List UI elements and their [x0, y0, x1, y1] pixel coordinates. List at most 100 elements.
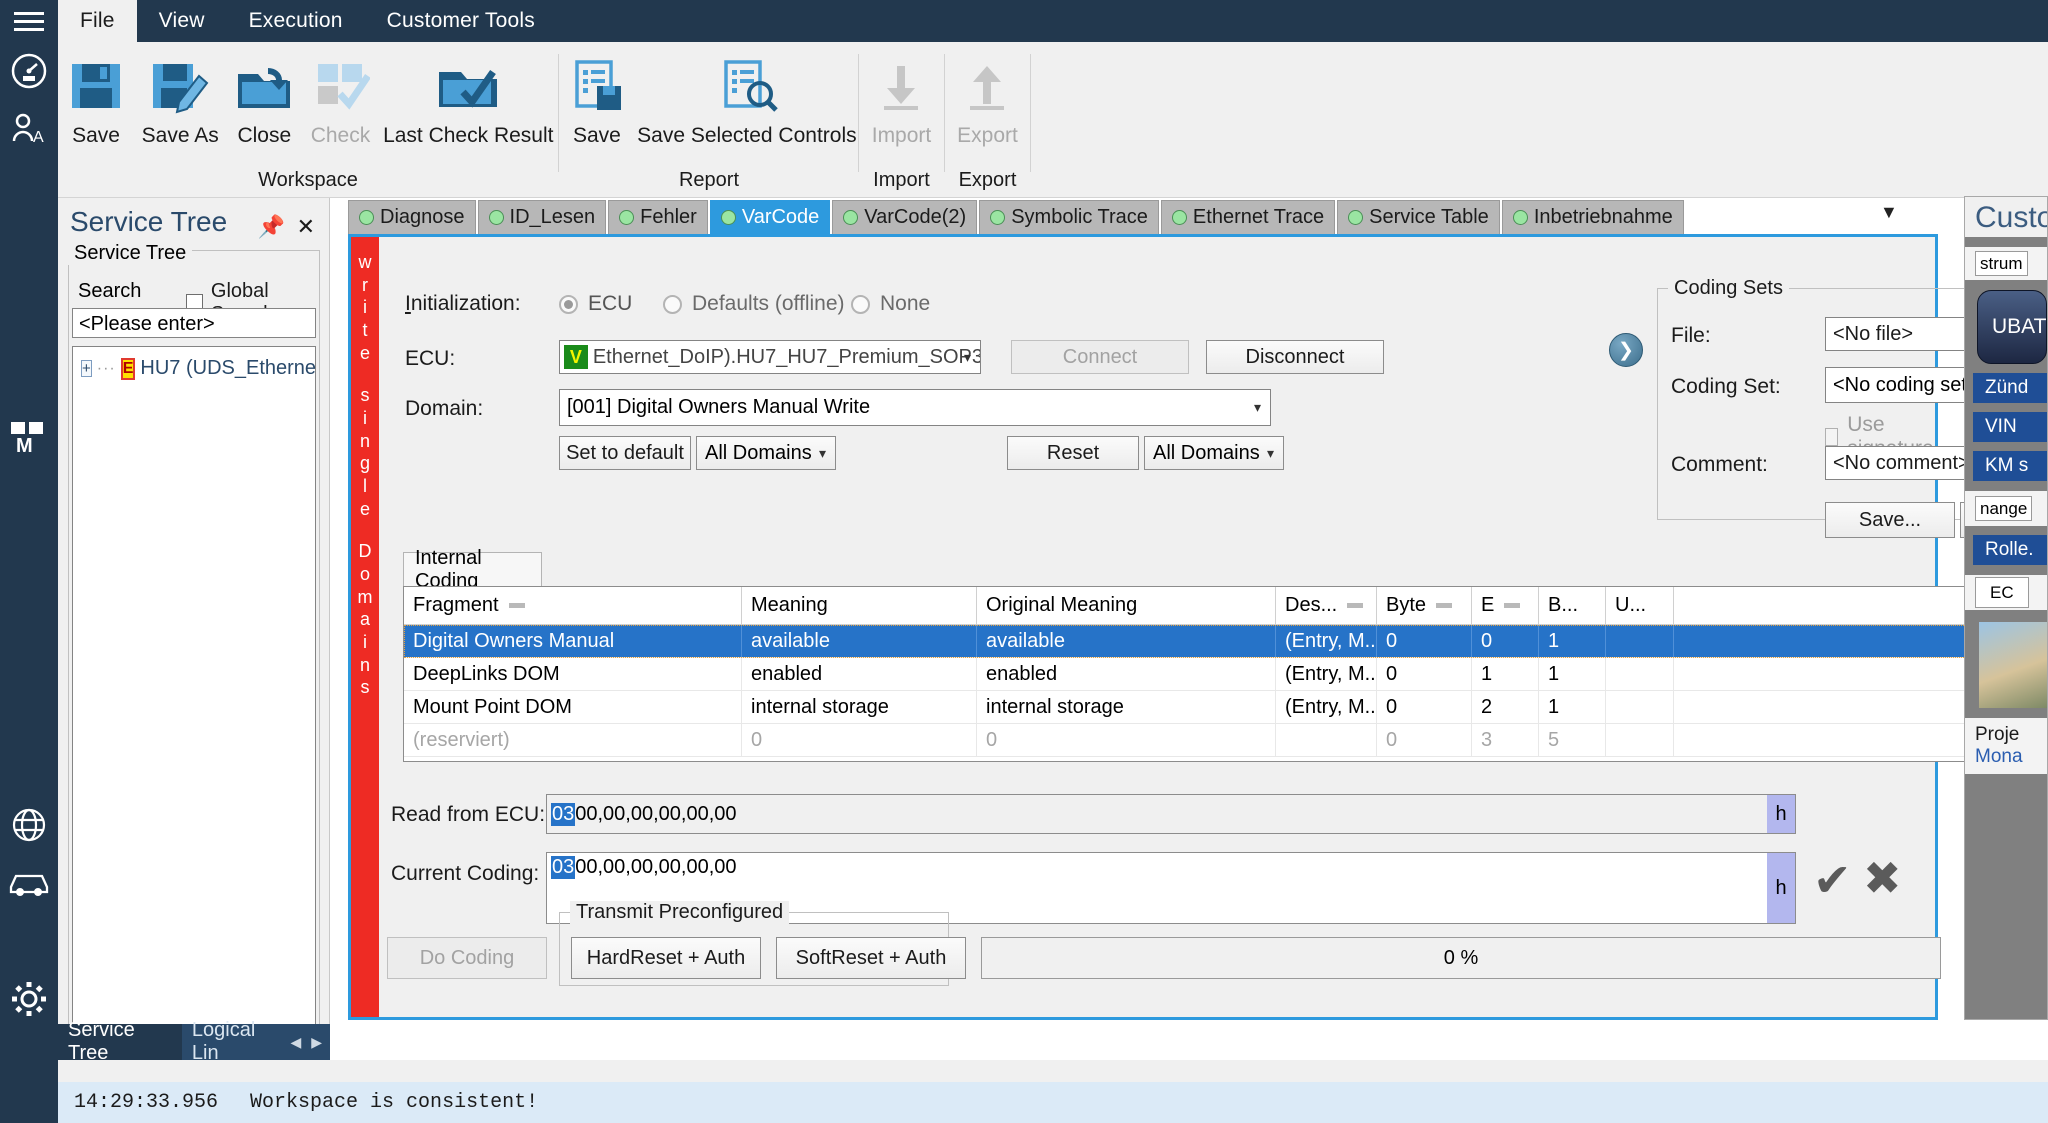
ribbon-check-button[interactable]: Check	[302, 42, 378, 148]
ribbon-save-selected-controls-button[interactable]: Save Selected Controls	[635, 42, 859, 148]
grid-col-meaning[interactable]: Meaning	[742, 587, 977, 624]
coding-sets-save-button[interactable]: Save...	[1825, 502, 1955, 538]
gauge-icon[interactable]	[0, 42, 58, 100]
service-tree-list[interactable]: + ··· E HU7 (UDS_Ethernet_	[72, 346, 316, 1116]
instrument-input[interactable]: strum	[1975, 251, 2028, 276]
tree-expander-icon[interactable]: +	[81, 360, 92, 377]
gear-icon[interactable]	[0, 970, 58, 1028]
radio-defaults[interactable]	[663, 294, 682, 314]
cell-original-meaning: internal storage	[977, 691, 1276, 723]
tab-overflow-chevron-down-icon[interactable]: ▼	[1880, 202, 1898, 223]
ribbon-save-workspace-button[interactable]: Save	[58, 42, 134, 148]
ribbon-separator-4	[1030, 54, 1031, 172]
status-dot-icon	[1171, 210, 1187, 225]
menu-item-execution[interactable]: Execution	[227, 0, 365, 42]
internal-coding-tab[interactable]: Internal Coding	[403, 547, 542, 592]
ecu-action-button[interactable]: EC	[1975, 577, 2029, 608]
table-row[interactable]: Digital Owners Manual available availabl…	[404, 625, 2048, 658]
set-to-default-scope-combobox[interactable]: All Domains ▾	[696, 436, 836, 470]
menu-item-file[interactable]: File	[58, 0, 137, 42]
tab-diagnose[interactable]: Diagnose	[348, 200, 476, 234]
pin-icon[interactable]: 📌	[258, 214, 285, 240]
table-row[interactable]: DeepLinks DOM enabled enabled (Entry, M.…	[404, 658, 2048, 691]
rollen-row[interactable]: Rolle.	[1973, 535, 2047, 565]
init-option-ecu[interactable]: ECU	[559, 292, 632, 316]
chevron-right-circle-icon[interactable]: ❯	[1609, 333, 1643, 367]
ribbon-import-button[interactable]: Import	[862, 42, 942, 148]
grid-col-b[interactable]: B...	[1539, 587, 1606, 624]
chevron-down-icon[interactable]: ▾	[1254, 399, 1261, 416]
filter-icon[interactable]	[1436, 603, 1453, 608]
ribbon-export-button[interactable]: Export	[947, 42, 1028, 148]
init-option-none[interactable]: None	[851, 292, 930, 316]
ribbon-save-as-button[interactable]: Save As	[134, 42, 226, 148]
read-from-ecu-field[interactable]: 03 00,00,00,00,00,00 h	[546, 794, 1796, 834]
dock-tab-nav[interactable]: ◀ ▶	[290, 1024, 330, 1060]
table-row[interactable]: (reserviert) 0 0 0 3 5	[404, 724, 2048, 757]
ribbon-close-button[interactable]: Close	[226, 42, 302, 148]
dock-tab-service-tree[interactable]: Service Tree	[58, 1019, 182, 1064]
grid-col-byte[interactable]: Byte	[1377, 587, 1472, 624]
tree-item-hu7[interactable]: + ··· E HU7 (UDS_Ethernet_	[73, 347, 315, 380]
vin-row[interactable]: VIN	[1973, 412, 2047, 442]
tab-service-table[interactable]: Service Table	[1337, 200, 1500, 234]
tab-id-lesen[interactable]: ID_Lesen	[477, 200, 607, 234]
dock-tab-prev-icon[interactable]: ◀	[290, 1034, 301, 1051]
reset-scope-combobox[interactable]: All Domains ▾	[1144, 436, 1284, 470]
menu-item-customer-tools[interactable]: Customer Tools	[365, 0, 557, 42]
ribbon-last-check-result-button[interactable]: Last Check Result	[379, 42, 558, 148]
grid-col-fragment[interactable]: Fragment	[404, 587, 742, 624]
filter-icon[interactable]	[1347, 603, 1364, 608]
chevron-down-icon[interactable]: ▾	[964, 349, 971, 366]
disconnect-label: Disconnect	[1245, 345, 1345, 368]
dock-tab-logical-link[interactable]: Logical Lin	[182, 1019, 291, 1064]
filter-icon[interactable]	[508, 603, 525, 608]
reset-button[interactable]: Reset	[1007, 436, 1139, 470]
tab-inbetriebnahme[interactable]: Inbetriebnahme	[1501, 200, 1684, 234]
chevron-down-icon[interactable]: ▾	[1267, 445, 1274, 462]
dock-tab-next-icon[interactable]: ▶	[311, 1034, 322, 1051]
hamburger-menu-icon[interactable]	[0, 0, 58, 42]
close-icon[interactable]: ✕	[297, 214, 315, 240]
globe-icon[interactable]	[0, 796, 58, 854]
tab-symbolic-trace[interactable]: Symbolic Trace	[979, 200, 1159, 234]
init-option-defaults[interactable]: Defaults (offline)	[663, 292, 845, 316]
grid-col-u[interactable]: U...	[1606, 587, 1674, 624]
ubat-button[interactable]: UBAT	[1977, 290, 2047, 364]
grid-col-description[interactable]: Des...	[1276, 587, 1377, 624]
use-signature-checkbox[interactable]	[1825, 428, 1839, 446]
cell-b: 5	[1539, 724, 1606, 756]
do-coding-button[interactable]: Do Coding	[387, 937, 547, 979]
tab-ethernet-trace[interactable]: Ethernet Trace	[1160, 200, 1336, 234]
internal-coding-grid[interactable]: Fragment Meaning Original Meaning Des...…	[403, 586, 2048, 762]
radio-none[interactable]	[851, 294, 870, 314]
checkmark-icon[interactable]: ✔	[1813, 857, 1852, 903]
hard-reset-auth-button[interactable]: HardReset + Auth	[571, 937, 761, 979]
grid-col-e[interactable]: E	[1472, 587, 1539, 624]
menu-item-view[interactable]: View	[137, 0, 227, 42]
connect-button[interactable]: Connect	[1011, 340, 1189, 374]
cross-icon[interactable]: ✖	[1863, 855, 1902, 901]
change-input[interactable]: nange	[1975, 496, 2033, 521]
tab-fehler[interactable]: Fehler	[608, 200, 708, 234]
disconnect-button[interactable]: Disconnect	[1206, 340, 1384, 374]
km-row[interactable]: KM s	[1973, 451, 2047, 481]
domain-combobox[interactable]: [001] Digital Owners Manual Write ▾	[559, 389, 1271, 426]
zuendung-row[interactable]: Zünd	[1973, 373, 2047, 403]
table-row[interactable]: Mount Point DOM internal storage interna…	[404, 691, 2048, 724]
tab-varcode-2[interactable]: VarCode(2)	[832, 200, 978, 234]
search-input[interactable]: <Please enter>	[72, 308, 316, 338]
set-to-default-button[interactable]: Set to default	[559, 436, 691, 470]
chevron-down-icon[interactable]: ▾	[819, 445, 826, 462]
filter-icon[interactable]	[1504, 603, 1521, 608]
project-value[interactable]: Mona	[1975, 746, 2047, 768]
grid-col-original-meaning[interactable]: Original Meaning	[977, 587, 1276, 624]
ribbon-report-save-button[interactable]: Save	[559, 42, 635, 148]
soft-reset-auth-button[interactable]: SoftReset + Auth	[776, 937, 966, 979]
car-icon[interactable]	[0, 854, 58, 912]
tab-varcode[interactable]: VarCode	[709, 200, 831, 234]
ecu-combobox[interactable]: V Ethernet_DoIP).HU7_HU7_Premium_SOP3 ▾	[559, 340, 981, 374]
radio-ecu[interactable]	[559, 294, 578, 314]
m-module-icon[interactable]: M	[0, 408, 58, 466]
person-a-icon[interactable]: A	[0, 100, 58, 158]
